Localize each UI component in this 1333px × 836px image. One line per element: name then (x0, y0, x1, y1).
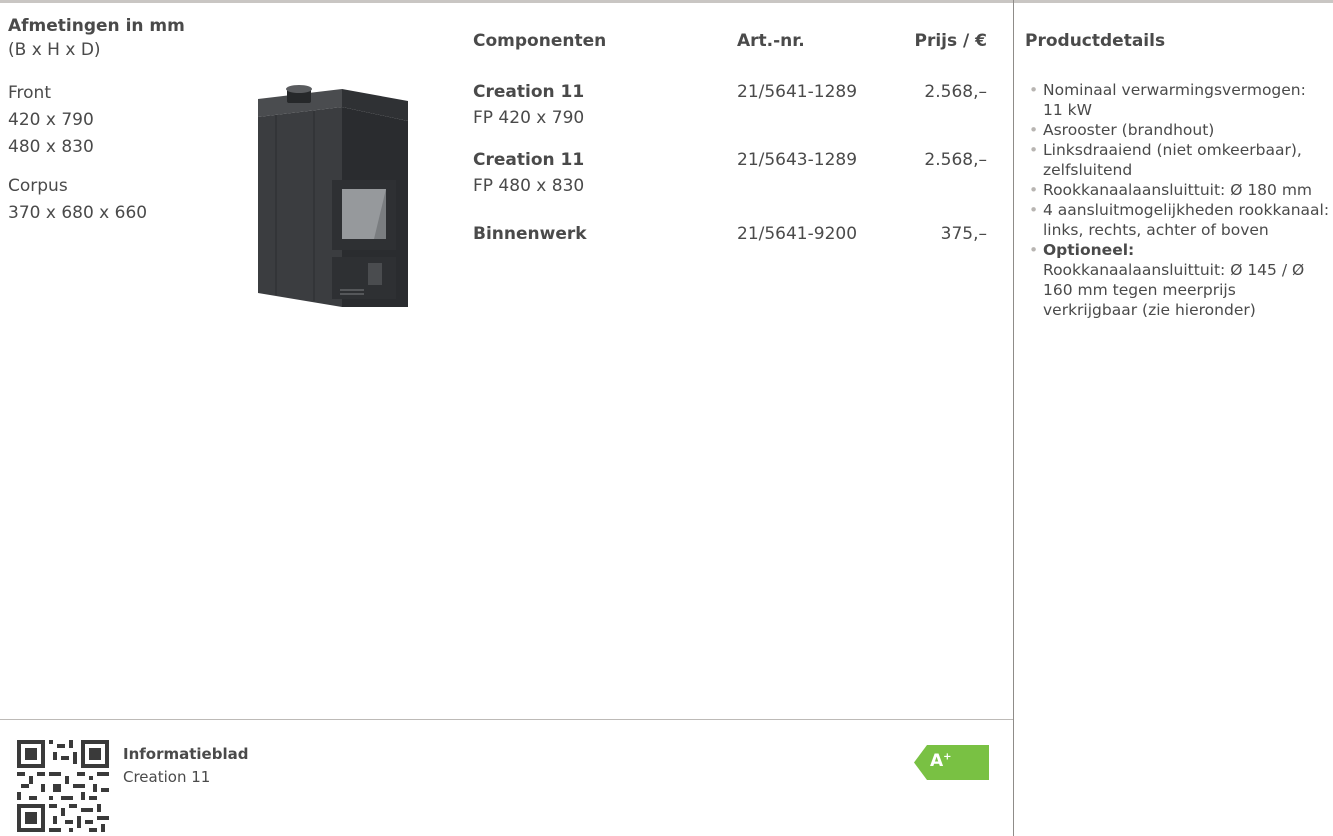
stove-product-image (258, 85, 408, 307)
article-number-header: Art.-nr. (737, 31, 805, 51)
dimensions-subheader: (B x H x D) (8, 40, 101, 60)
product-details-list: Nominaal verwarmingsvermogen: 11 kW Asro… (1025, 80, 1330, 320)
article-number-3: 21/5641-9200 (737, 224, 858, 244)
detail-item: Asrooster (brandhout) (1025, 120, 1330, 140)
price-header: Prijs / € (914, 31, 988, 51)
component-subtitle-2: FP 480 x 830 (473, 176, 585, 196)
component-name-3: Binnenwerk (473, 224, 587, 244)
article-number-1: 21/5641-1289 (737, 82, 858, 102)
component-name-1: Creation 11 (473, 82, 585, 102)
corpus-dimension: 370 x 680 x 660 (8, 203, 148, 223)
column-divider (1013, 0, 1014, 836)
infoblad-subtitle: Creation 11 (123, 768, 211, 786)
footer-divider (0, 719, 1013, 720)
detail-item-optional: Optioneel: Rookkanaalaansluittuit: Ø 145… (1025, 240, 1330, 320)
front-dimension-2: 480 x 830 (8, 137, 94, 157)
detail-item: 4 aansluitmogelijkheden rookkanaal: link… (1025, 200, 1330, 240)
energy-class: A+ (930, 751, 952, 771)
optional-text: Rookkanaalaansluittuit: Ø 145 / Ø 160 mm… (1043, 261, 1305, 319)
component-subtitle-1: FP 420 x 790 (473, 108, 585, 128)
front-label: Front (8, 83, 51, 103)
price-3: 375,– (940, 224, 987, 244)
infoblad-title: Informatieblad (123, 745, 249, 763)
detail-item: Nominaal verwarmingsvermogen: 11 kW (1025, 80, 1330, 120)
detail-item: Linksdraaiend (niet omkeerbaar), zelfslu… (1025, 140, 1330, 180)
article-number-2: 21/5643-1289 (737, 150, 858, 170)
detail-item: Rookkanaalaansluittuit: Ø 180 mm (1025, 180, 1330, 200)
optional-label: Optioneel: (1043, 241, 1135, 259)
product-details-header: Productdetails (1025, 31, 1166, 51)
front-dimension-1: 420 x 790 (8, 110, 94, 130)
components-header: Componenten (473, 31, 607, 51)
top-rule (0, 0, 1333, 3)
qr-code-icon[interactable] (17, 740, 109, 832)
price-1: 2.568,– (924, 82, 987, 102)
price-2: 2.568,– (924, 150, 987, 170)
corpus-label: Corpus (8, 176, 68, 196)
dimensions-header: Afmetingen in mm (8, 16, 185, 36)
component-name-2: Creation 11 (473, 150, 585, 170)
